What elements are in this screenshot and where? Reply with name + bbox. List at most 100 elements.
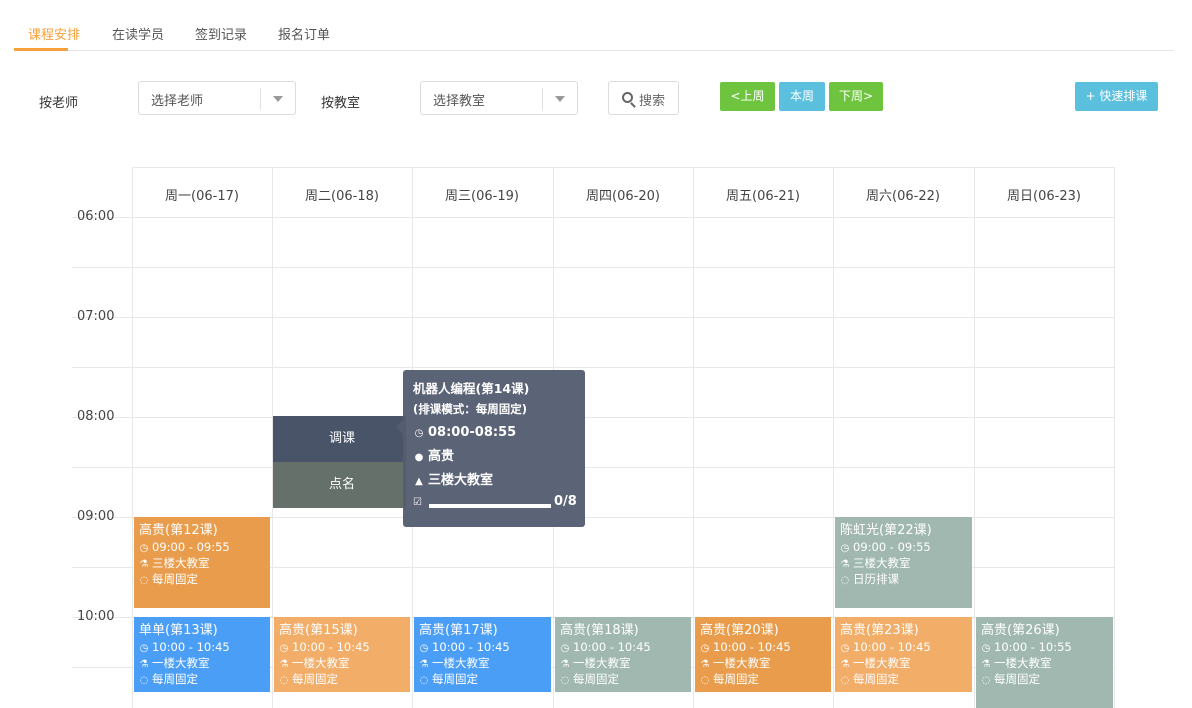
event-card[interactable]: 高贵(第26课) ◷ 10:00 - 10:55 ⚗ 一楼大教室 ◌ 每周固定: [976, 617, 1113, 708]
day-header: 周五(06-21): [726, 189, 800, 204]
event-title: 高贵(第12课): [139, 523, 218, 538]
event-title: 高贵(第26课): [981, 623, 1060, 638]
next-week-button[interactable]: 下周>: [829, 82, 883, 111]
select-divider: [542, 88, 543, 110]
event-card[interactable]: 高贵(第23课) ◷ 10:00 - 10:45 ⚗ 一楼大教室 ◌ 每周固定: [835, 617, 972, 692]
event-card[interactable]: 陈虹光(第22课) ◷ 09:00 - 09:55 ⚗ 三楼大教室 ◌ 日历排课: [835, 517, 972, 608]
flask-icon: ⚗: [139, 659, 149, 670]
event-title: 单单(第13课): [139, 623, 218, 638]
chevron-down-icon: [273, 96, 283, 102]
graduation-cap-icon: ▲: [415, 476, 423, 487]
event-card[interactable]: 高贵(第18课) ◷ 10:00 - 10:45 ⚗ 一楼大教室 ◌ 每周固定: [555, 617, 691, 692]
grid-row-line: [72, 317, 1115, 318]
popup-teacher: 高贵: [428, 449, 455, 464]
clock-icon: ◷: [560, 643, 570, 654]
reschedule-menu-item[interactable]: 调课: [273, 416, 406, 462]
teacher-select[interactable]: 选择老师: [138, 81, 296, 115]
event-card[interactable]: 高贵(第17课) ◷ 10:00 - 10:45 ⚗ 一楼大教室 ◌ 每周固定: [414, 617, 551, 692]
flask-icon: ⚗: [419, 659, 429, 670]
enrollment-ratio: 0/8: [554, 494, 577, 509]
flask-icon: ⚗: [560, 659, 570, 670]
teacher-filter-label: 按老师: [39, 96, 79, 111]
clock-icon: ◷: [840, 543, 850, 554]
event-room: 一楼大教室: [152, 656, 210, 670]
grid-column-line: [693, 167, 694, 708]
tab-orders[interactable]: 报名订单: [278, 24, 330, 43]
event-card[interactable]: 高贵(第12课) ◷ 09:00 - 09:55 ⚗ 三楼大教室 ◌ 每周固定: [134, 517, 270, 608]
clock-icon: ◷: [419, 643, 429, 654]
day-header: 周六(06-22): [866, 189, 940, 204]
leaf-icon: ◌: [981, 675, 991, 686]
hour-label: 07:00: [77, 309, 115, 324]
teacher-select-value: 选择老师: [151, 94, 204, 109]
clock-icon: ◷: [981, 643, 991, 654]
this-week-button[interactable]: 本周: [779, 82, 825, 111]
popup-schedule-mode: (排课模式：每周固定): [413, 402, 528, 416]
clock-icon: ◷: [279, 643, 289, 654]
search-button-label: 搜索: [639, 94, 666, 109]
event-context-menu: 调课 点名: [273, 416, 406, 508]
leaf-icon: ◌: [840, 675, 850, 686]
event-card[interactable]: 高贵(第15课) ◷ 10:00 - 10:45 ⚗ 一楼大教室 ◌ 每周固定: [274, 617, 410, 692]
day-header: 周四(06-20): [586, 189, 660, 204]
grid-column-line: [974, 167, 975, 708]
event-title: 高贵(第18课): [560, 623, 639, 638]
event-title: 高贵(第17课): [419, 623, 498, 638]
event-room: 一楼大教室: [573, 656, 631, 670]
event-detail-popup: 机器人编程(第14课) (排课模式：每周固定) ◷ 08:00-08:55 ● 高贵…: [403, 370, 585, 527]
select-divider: [260, 88, 261, 110]
leaf-icon: ◌: [139, 575, 149, 586]
tab-students[interactable]: 在读学员: [112, 24, 164, 43]
event-mode: 日历排课: [853, 572, 899, 586]
event-time: 10:00 - 10:45: [573, 640, 651, 654]
prev-week-button[interactable]: <上周: [720, 82, 775, 111]
grid-column-line: [132, 167, 133, 708]
event-mode: 每周固定: [853, 672, 899, 686]
event-time: 09:00 - 09:55: [853, 540, 931, 554]
flask-icon: ⚗: [279, 659, 289, 670]
grid-column-line: [833, 167, 834, 708]
leaf-icon: ◌: [419, 675, 429, 686]
event-room: 一楼大教室: [994, 656, 1052, 670]
event-time: 10:00 - 10:45: [713, 640, 791, 654]
tab-bar: [14, 0, 1173, 51]
event-card[interactable]: 高贵(第20课) ◷ 10:00 - 10:45 ⚗ 一楼大教室 ◌ 每周固定: [695, 617, 831, 692]
chevron-down-icon: [555, 96, 565, 102]
event-card[interactable]: 单单(第13课) ◷ 10:00 - 10:45 ⚗ 一楼大教室 ◌ 每周固定: [134, 617, 270, 692]
search-icon: [622, 92, 633, 103]
room-select[interactable]: 选择教室: [420, 81, 578, 115]
clock-icon: ◷: [700, 643, 710, 654]
popup-caret: [396, 420, 403, 434]
leaf-icon: ◌: [840, 575, 850, 586]
event-room: 一楼大教室: [292, 656, 350, 670]
event-mode: 每周固定: [713, 672, 759, 686]
event-room: 三楼大教室: [152, 556, 210, 570]
clock-icon: ◷: [139, 543, 149, 554]
leaf-icon: ◌: [700, 675, 710, 686]
tab-schedule[interactable]: 课程安排: [28, 24, 80, 43]
tab-checkin[interactable]: 签到记录: [195, 24, 247, 43]
grid-header-line: [132, 167, 1115, 168]
popup-time: 08:00-08:55: [428, 425, 517, 440]
event-time: 10:00 - 10:45: [853, 640, 931, 654]
event-mode: 每周固定: [152, 572, 198, 586]
event-time: 10:00 - 10:45: [292, 640, 370, 654]
user-icon: ●: [414, 452, 424, 463]
room-select-value: 选择教室: [433, 94, 486, 109]
grid-row-line: [72, 217, 1115, 218]
leaf-icon: ◌: [139, 675, 149, 686]
day-header: 周一(06-17): [165, 189, 239, 204]
room-filter-label: 按教室: [321, 96, 361, 111]
search-button[interactable]: 搜索: [608, 81, 679, 115]
roll-call-menu-item[interactable]: 点名: [273, 462, 406, 508]
flask-icon: ⚗: [840, 659, 850, 670]
event-time: 09:00 - 09:55: [152, 540, 230, 554]
flask-icon: ⚗: [840, 559, 850, 570]
event-title: 高贵(第15课): [279, 623, 358, 638]
day-header: 周二(06-18): [305, 189, 379, 204]
active-tab-indicator: [14, 48, 68, 51]
day-header: 周三(06-19): [445, 189, 519, 204]
quick-schedule-button[interactable]: + 快速排课: [1075, 82, 1158, 111]
event-time: 10:00 - 10:45: [432, 640, 510, 654]
event-time: 10:00 - 10:45: [152, 640, 230, 654]
